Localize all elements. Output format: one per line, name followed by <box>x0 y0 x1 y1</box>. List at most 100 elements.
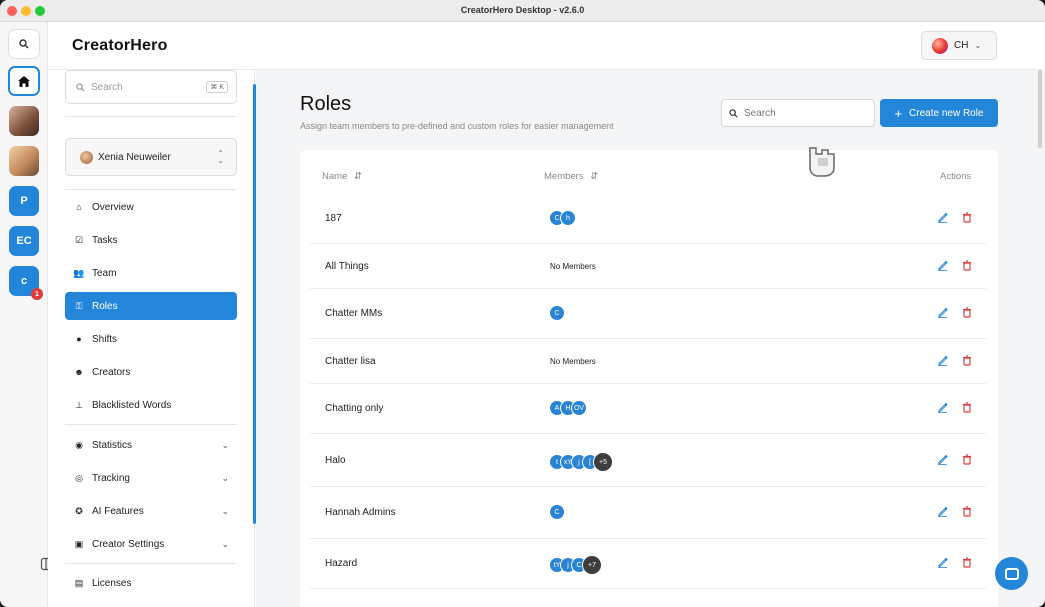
sidebar-search-input[interactable]: Search ⌘ K <box>65 70 237 104</box>
search-icon <box>19 39 29 49</box>
workspace-rail: P EC c 1 <box>0 22 55 607</box>
trash-icon[interactable] <box>962 212 972 226</box>
sidebar-item-creator-settings[interactable]: ▣ Creator Settings ⌄ <box>65 530 237 558</box>
table-row[interactable]: 187 Ch <box>310 193 986 244</box>
trash-icon[interactable] <box>962 454 972 468</box>
table-row[interactable]: Hannah Admins C <box>310 487 986 539</box>
sidebar-item-team[interactable]: 👥 Team <box>65 259 237 287</box>
sidebar-item-statistics[interactable]: ◉ Statistics ⌄ <box>65 431 237 459</box>
member-avatar: C <box>549 504 565 520</box>
role-name: Chatting only <box>325 403 384 414</box>
rail-creator-avatar-1[interactable] <box>9 106 39 136</box>
sidebar-item-roles[interactable]: ⚿ Roles <box>65 292 237 320</box>
notification-badge: 1 <box>31 288 43 300</box>
role-name: 187 <box>325 213 342 224</box>
app-window: CreatorHero Desktop - v2.6.0 P EC c 1 Cr… <box>0 0 1045 607</box>
main-scrollbar[interactable] <box>1038 70 1042 148</box>
eye-icon: ◉ <box>75 439 83 450</box>
sidebar-item-tasks[interactable]: ☑ Tasks <box>65 226 237 254</box>
sidebar-item-shifts[interactable]: ● Shifts <box>65 325 237 353</box>
column-header-name[interactable]: Name ⇵ <box>322 171 362 182</box>
more-members-count: +7 <box>582 555 602 575</box>
table-row[interactable]: Chatting only A H OV <box>310 384 986 434</box>
trash-icon[interactable] <box>962 506 972 520</box>
document-icon: ▤ <box>74 577 84 588</box>
edit-icon[interactable] <box>937 454 948 468</box>
chevron-up-down-icon: ⌃ ⌄ <box>217 149 224 165</box>
sidebar-item-ai-features[interactable]: ✪ AI Features ⌄ <box>65 497 237 525</box>
trash-icon[interactable] <box>962 557 972 571</box>
sidebar-item-creators[interactable]: ☻ Creators <box>65 358 237 386</box>
trash-icon[interactable] <box>962 307 972 321</box>
rail-creator-avatar-2[interactable] <box>9 146 39 176</box>
sidebar-item-blacklisted-words[interactable]: ⊥ Blacklisted Words <box>65 391 237 419</box>
edit-icon[interactable] <box>937 402 948 416</box>
page-title: Roles <box>300 93 352 115</box>
account-menu-button[interactable]: CH ⌄ <box>921 31 997 60</box>
trash-icon[interactable] <box>962 260 972 274</box>
divider <box>65 424 237 425</box>
more-members-count: +5 <box>593 452 613 472</box>
ai-icon: ✪ <box>75 505 83 516</box>
block-icon: ⊥ <box>75 399 83 410</box>
chevron-down-icon: ⌄ <box>221 439 229 450</box>
rail-workspace-ec[interactable]: EC <box>9 226 39 256</box>
sidebar-item-tracking[interactable]: ◎ Tracking ⌄ <box>65 464 237 492</box>
home-icon <box>18 75 30 87</box>
fingerprint-icon: ◎ <box>75 472 83 483</box>
table-row[interactable]: Hazard tY j C +7 <box>310 539 986 589</box>
member-avatar: h <box>560 210 576 226</box>
table-row[interactable]: All Things No Members <box>310 244 986 289</box>
role-name: Chatter MMs <box>325 308 383 319</box>
role-name: All Things <box>325 261 369 272</box>
edit-icon[interactable] <box>937 212 948 226</box>
role-name: Hazard <box>325 558 358 569</box>
table-row[interactable]: Halo t xY j[+5 <box>310 434 986 487</box>
trash-icon[interactable] <box>962 355 972 369</box>
sort-icon: ⇵ <box>353 171 362 182</box>
no-members-label: No Members <box>550 262 596 271</box>
team-member-selector[interactable]: Xenia Neuweiler ⌃ ⌄ <box>65 138 237 176</box>
member-avatars[interactable]: t xY j[+5 <box>549 452 613 472</box>
member-avatar: OV <box>571 400 587 416</box>
role-name: Chatter lisa <box>325 356 376 367</box>
face-icon: ☻ <box>74 367 84 377</box>
window-title: CreatorHero Desktop - v2.6.0 <box>460 5 585 15</box>
column-header-members[interactable]: Members ⇵ <box>544 171 598 182</box>
chat-icon <box>1004 567 1019 580</box>
chevron-down-icon: ⌄ <box>974 41 982 50</box>
column-header-actions: Actions <box>940 171 972 182</box>
home-icon: ⌂ <box>76 202 82 212</box>
rail-workspace-p[interactable]: P <box>9 186 39 216</box>
search-icon <box>76 82 85 92</box>
app-logo: CreatorHero <box>72 37 168 54</box>
member-avatars[interactable]: tY j C +7 <box>549 555 602 575</box>
edit-icon[interactable] <box>937 557 948 571</box>
table-row[interactable]: Chatter MMs C <box>310 289 986 339</box>
member-avatars[interactable]: C <box>549 305 565 321</box>
plus-icon: + <box>894 105 903 121</box>
roles-search-input[interactable]: Search <box>721 99 875 127</box>
rail-home-button[interactable] <box>8 66 40 96</box>
member-avatars[interactable]: Ch <box>549 210 576 226</box>
sidebar-item-licenses[interactable]: ▤ Licenses <box>65 569 237 597</box>
support-chat-button[interactable] <box>995 557 1028 590</box>
member-avatars[interactable]: A H OV <box>549 400 587 416</box>
edit-icon[interactable] <box>937 307 948 321</box>
chevron-down-icon: ⌄ <box>221 505 229 516</box>
rail-workspace-c[interactable]: c 1 <box>9 266 43 300</box>
sidebar-item-overview[interactable]: ⌂ Overview <box>65 193 237 221</box>
trash-icon[interactable] <box>962 402 972 416</box>
edit-icon[interactable] <box>937 506 948 520</box>
sidebar: Search ⌘ K Xenia Neuweiler ⌃ ⌄ ⌂ Overview… <box>48 70 256 607</box>
member-avatars[interactable]: C <box>549 504 565 520</box>
app-header: CreatorHero CH ⌄ <box>48 22 1045 70</box>
hand-cursor-icon <box>809 147 835 177</box>
create-role-button[interactable]: + Create new Role <box>880 99 998 127</box>
search-icon <box>729 108 738 118</box>
account-avatar <box>932 37 948 54</box>
edit-icon[interactable] <box>937 355 948 369</box>
table-row[interactable]: Chatter lisa No Members <box>310 339 986 384</box>
rail-search-button[interactable] <box>8 29 40 59</box>
edit-icon[interactable] <box>937 260 948 274</box>
